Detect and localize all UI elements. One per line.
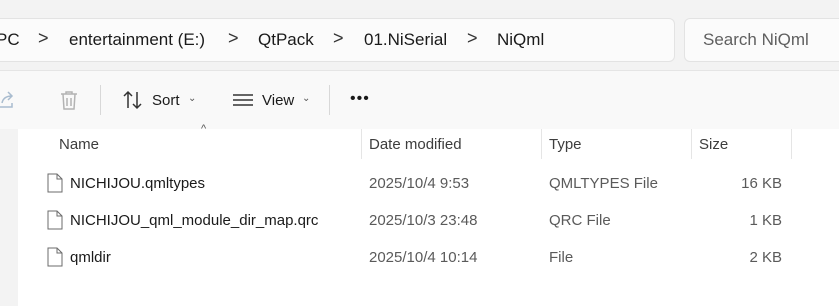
- search-input[interactable]: [703, 30, 839, 50]
- file-row[interactable]: NICHIJOU.qmltypes 2025/10/4 9:53 QMLTYPE…: [18, 166, 839, 203]
- file-name: NICHIJOU_qml_module_dir_map.qrc: [70, 212, 319, 229]
- more-options-button[interactable]: •••: [350, 90, 370, 108]
- breadcrumb-item-drive[interactable]: entertainment (E:): [69, 30, 205, 50]
- file-icon: [47, 247, 63, 267]
- breadcrumb-item-niserial[interactable]: 01.NiSerial: [364, 30, 447, 50]
- search-box[interactable]: [684, 18, 839, 62]
- column-divider[interactable]: [541, 129, 542, 159]
- breadcrumb-separator[interactable]: >: [38, 28, 49, 49]
- column-header-date[interactable]: Date modified: [369, 136, 462, 153]
- file-date: 2025/10/3 23:48: [369, 212, 478, 229]
- file-row[interactable]: NICHIJOU_qml_module_dir_map.qrc 2025/10/…: [18, 203, 839, 240]
- sort-button[interactable]: Sort ⌄: [114, 81, 200, 119]
- column-divider[interactable]: [791, 129, 792, 159]
- breadcrumb-item-pc[interactable]: PC: [0, 30, 20, 50]
- file-name: NICHIJOU.qmltypes: [70, 175, 206, 192]
- command-bar: Sort ⌄ View ⌄ •••: [0, 70, 839, 130]
- view-button[interactable]: View ⌄: [222, 81, 316, 119]
- toolbar-divider: [100, 85, 101, 115]
- file-name: qmldir: [70, 249, 111, 266]
- trash-icon[interactable]: [57, 88, 81, 112]
- address-bar-row: PC > entertainment (E:) > QtPack > 01.Ni…: [0, 0, 839, 70]
- column-divider[interactable]: [361, 129, 362, 159]
- breadcrumb-separator[interactable]: >: [228, 28, 239, 49]
- file-size: 1 KB: [749, 212, 782, 229]
- breadcrumb-separator[interactable]: >: [333, 28, 344, 49]
- sort-label: Sort: [152, 92, 180, 109]
- column-divider[interactable]: [691, 129, 692, 159]
- breadcrumb-separator[interactable]: >: [467, 28, 478, 49]
- file-icon: [47, 173, 63, 193]
- view-label: View: [262, 92, 295, 109]
- chevron-down-icon: ⌄: [302, 93, 311, 104]
- column-header-name[interactable]: Name: [59, 136, 99, 153]
- file-type: QMLTYPES File: [549, 175, 658, 192]
- breadcrumb-item-qtpack[interactable]: QtPack: [258, 30, 314, 50]
- file-size: 16 KB: [741, 175, 782, 192]
- file-icon: [47, 210, 63, 230]
- file-date: 2025/10/4 10:14: [369, 249, 478, 266]
- column-header-size[interactable]: Size: [699, 136, 728, 153]
- file-type: QRC File: [549, 212, 611, 229]
- navigation-pane-edge: [0, 129, 18, 306]
- sort-icon: [121, 88, 145, 112]
- view-lines-icon: [231, 88, 255, 112]
- breadcrumb-item-niqml[interactable]: NiQml: [497, 30, 544, 50]
- file-date: 2025/10/4 9:53: [369, 175, 470, 192]
- file-size: 2 KB: [749, 249, 782, 266]
- file-type: File: [549, 249, 574, 266]
- toolbar-divider: [329, 85, 330, 115]
- share-icon[interactable]: [0, 88, 18, 112]
- column-header-type[interactable]: Type: [549, 136, 582, 153]
- sort-ascending-icon: ^: [201, 123, 207, 135]
- file-row[interactable]: qmldir 2025/10/4 10:14 File 2 KB: [18, 240, 839, 277]
- chevron-down-icon: ⌄: [188, 93, 197, 104]
